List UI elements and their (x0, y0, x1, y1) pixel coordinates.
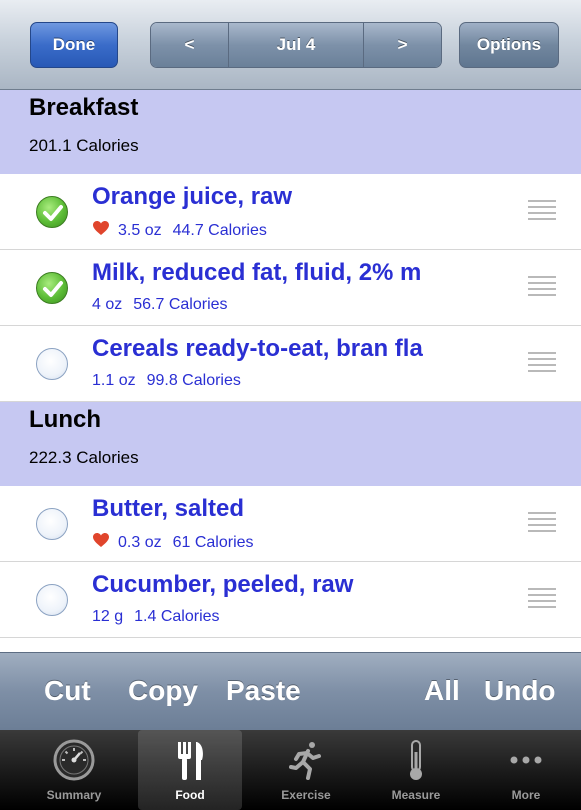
reorder-handle-icon[interactable] (528, 352, 556, 374)
unchecked-checkbox[interactable] (36, 348, 68, 380)
reorder-handle-icon[interactable] (528, 512, 556, 534)
previous-day-button[interactable]: < (151, 23, 229, 67)
food-details: 0.3 oz 61 Calories (92, 532, 254, 553)
options-button[interactable]: Options (459, 22, 559, 68)
section-title: Breakfast (29, 94, 139, 121)
food-details: 3.5 oz 44.7 Calories (92, 220, 267, 241)
food-amount: 3.5 oz (118, 221, 162, 239)
select-all-button[interactable]: All (424, 675, 460, 707)
tab-label: Exercise (281, 788, 331, 802)
food-row[interactable]: Cucumber, peeled, raw 12 g 1.4 Calories (0, 562, 581, 638)
food-row[interactable]: Cereals ready-to-eat, bran fla 1.1 oz 99… (0, 326, 581, 402)
done-button[interactable]: Done (30, 22, 118, 68)
undo-button[interactable]: Undo (484, 675, 556, 707)
tab-food[interactable]: Food (138, 730, 242, 810)
food-amount: 12 g (92, 608, 124, 625)
food-details: 1.1 oz 99.8 Calories (92, 372, 241, 390)
more-dots-icon (504, 738, 548, 782)
checked-checkbox[interactable] (36, 196, 68, 228)
checked-checkbox[interactable] (36, 272, 68, 304)
next-day-button[interactable]: > (364, 23, 441, 67)
tab-label: More (511, 788, 541, 802)
food-name: Butter, salted (92, 495, 245, 522)
date-button[interactable]: Jul 4 (228, 23, 365, 67)
section-header-breakfast: Breakfast 201.1 Calories (0, 90, 581, 174)
cut-button[interactable]: Cut (44, 675, 91, 707)
copy-button[interactable]: Copy (128, 675, 198, 707)
tab-more[interactable]: More (474, 730, 578, 810)
section-calories: 222.3 Calories (29, 448, 139, 467)
tab-label: Summary (46, 788, 102, 802)
paste-button[interactable]: Paste (226, 675, 301, 707)
food-calories: 61 Calories (172, 533, 254, 551)
food-amount: 0.3 oz (118, 533, 162, 551)
reorder-handle-icon[interactable] (528, 200, 556, 222)
speedometer-icon (52, 738, 96, 782)
food-name: Cereals ready-to-eat, bran fla (92, 335, 423, 362)
heart-icon (92, 532, 110, 553)
food-calories: 1.4 Calories (134, 608, 220, 625)
tab-summary[interactable]: Summary (22, 730, 126, 810)
tab-exercise[interactable]: Exercise (254, 730, 358, 810)
thermometer-icon (401, 738, 431, 782)
food-calories: 99.8 Calories (146, 372, 241, 389)
food-calories: 44.7 Calories (172, 221, 267, 239)
heart-icon (92, 220, 110, 241)
section-title: Lunch (29, 406, 101, 433)
fork-knife-icon (170, 738, 210, 782)
unchecked-checkbox[interactable] (36, 508, 68, 540)
food-row[interactable]: Butter, salted 0.3 oz 61 Calories (0, 486, 581, 562)
unchecked-checkbox[interactable] (36, 584, 68, 616)
tab-label: Measure (391, 788, 441, 802)
food-name: Cucumber, peeled, raw (92, 571, 354, 598)
food-amount: 4 oz (92, 296, 123, 313)
reorder-handle-icon[interactable] (528, 276, 556, 298)
food-name: Milk, reduced fat, fluid, 2% m (92, 259, 422, 286)
date-navigator: < Jul 4 > (150, 22, 442, 68)
reorder-handle-icon[interactable] (528, 588, 556, 610)
food-calories: 56.7 Calories (133, 296, 228, 313)
tab-measure[interactable]: Measure (364, 730, 468, 810)
section-header-lunch: Lunch 222.3 Calories (0, 402, 581, 486)
food-name: Orange juice, raw (92, 183, 293, 210)
tab-label: Food (175, 788, 205, 802)
food-details: 12 g 1.4 Calories (92, 608, 220, 626)
section-calories: 201.1 Calories (29, 136, 139, 155)
food-row[interactable]: Milk, reduced fat, fluid, 2% m 4 oz 56.7… (0, 250, 581, 326)
food-details: 4 oz 56.7 Calories (92, 296, 228, 314)
runner-icon (286, 738, 326, 782)
tab-bar: Summary Food Exercise Measure More (0, 730, 581, 810)
nav-bar: Done < Jul 4 > Options (0, 0, 581, 90)
food-row[interactable]: Orange juice, raw 3.5 oz 44.7 Calories (0, 174, 581, 250)
food-amount: 1.1 oz (92, 372, 136, 389)
edit-toolbar: Cut Copy Paste All Undo (0, 652, 581, 730)
